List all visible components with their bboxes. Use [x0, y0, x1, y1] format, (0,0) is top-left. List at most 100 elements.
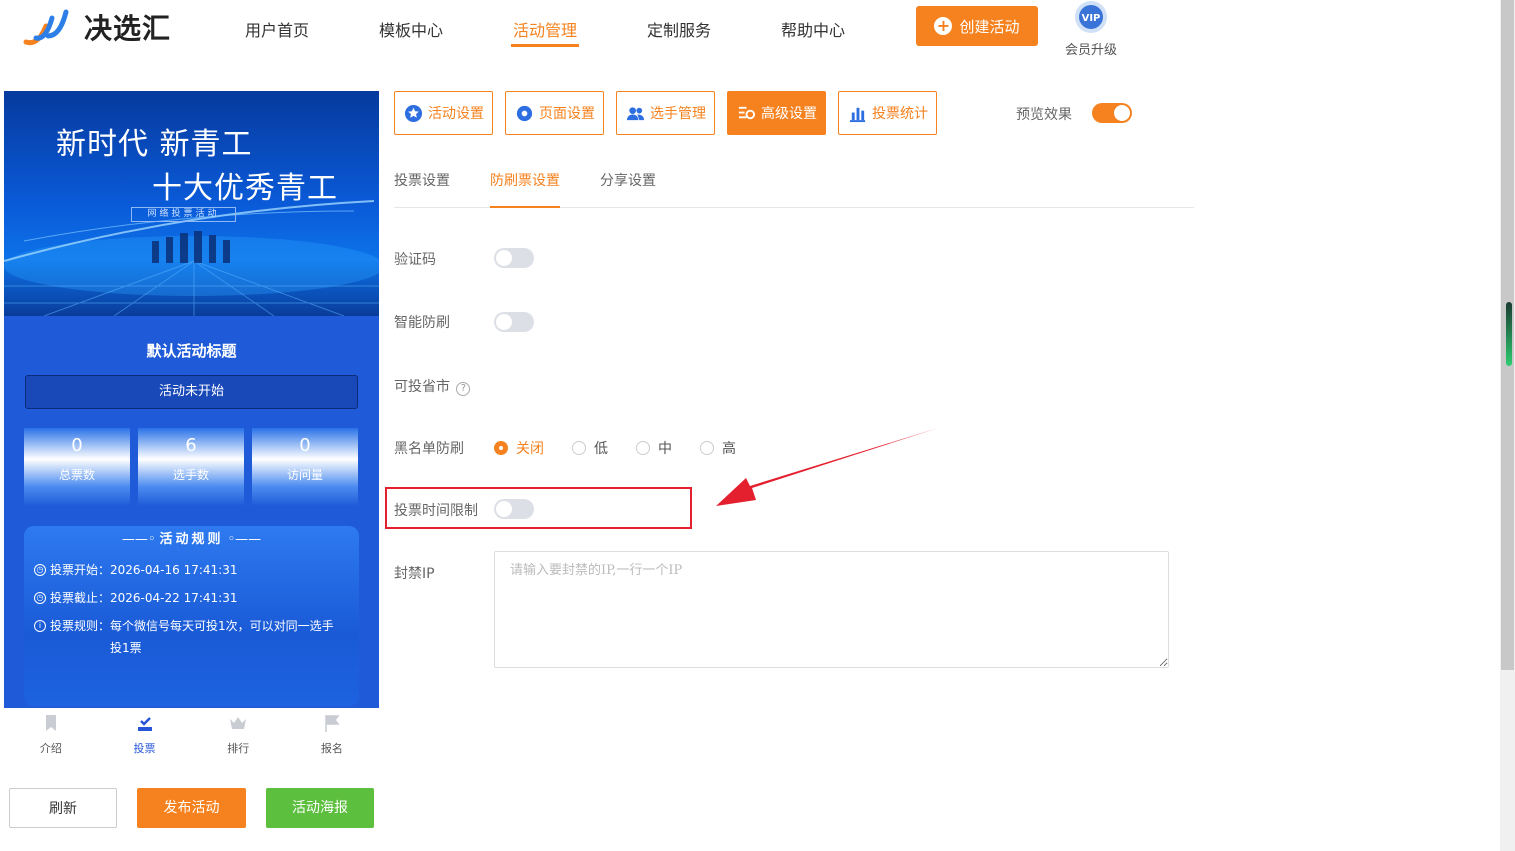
gear-icon: [516, 105, 533, 121]
radio-label: 低: [594, 441, 608, 457]
vote-icon: [137, 717, 152, 731]
publish-activity-button[interactable]: 发布活动: [137, 788, 246, 828]
stat-value: 0: [299, 435, 311, 456]
radio-label: 关闭: [516, 441, 544, 457]
settings-toolbar: 活动设置 页面设置 选手管理 高级设置 投票统计: [394, 91, 937, 135]
tool-label: 页面设置: [539, 106, 595, 122]
vote-statistics-button[interactable]: 投票统计: [838, 91, 937, 135]
main-nav: 用户首页 模板中心 活动管理 定制服务 帮助中心: [210, 0, 880, 52]
tab-ranking[interactable]: 排行: [191, 708, 285, 758]
radio-label: 中: [658, 441, 672, 457]
rule-voting: i 投票规则： 每个微信号每天可投1次，可以对同一选手投1票: [34, 615, 359, 659]
page: 决选汇 用户首页 模板中心 活动管理 定制服务 帮助中心 + 创建活动 VIP …: [0, 0, 1515, 851]
tab-anti-fraud-settings[interactable]: 防刷票设置: [490, 170, 560, 208]
logo[interactable]: 决选汇: [22, 6, 171, 48]
allowed-region-label: 可投省市: [394, 379, 450, 395]
activity-title: 默认活动标题: [146, 342, 237, 360]
rule-value: 每个微信号每天可投1次，可以对同一选手投1票: [110, 619, 334, 655]
rule-key: 投票规则：: [50, 619, 111, 633]
radio-icon: [636, 441, 650, 455]
rules-title: 活动规则: [24, 528, 359, 547]
tab-vote-settings[interactable]: 投票设置: [394, 170, 450, 208]
vip-upgrade[interactable]: VIP 会员升级: [1060, 0, 1122, 58]
scroll-indicator: [1506, 302, 1512, 366]
smart-anti-fraud-label: 智能防刷: [394, 315, 450, 331]
tool-label: 选手管理: [650, 106, 706, 122]
vip-badge-icon: VIP: [1075, 1, 1107, 33]
banner-title-line1: 新时代 新青工: [56, 127, 253, 162]
users-icon: [626, 106, 645, 120]
stat-value: 0: [71, 435, 83, 456]
tab-label: 报名: [320, 742, 343, 755]
tab-label: 投票: [133, 742, 156, 755]
stat-value: 6: [185, 435, 197, 456]
clock-icon: ◷: [34, 592, 46, 604]
contestant-management-button[interactable]: 选手管理: [616, 91, 715, 135]
bookmark-icon: [45, 715, 56, 731]
preview-effect-toggle[interactable]: [1092, 103, 1132, 123]
nav-item-activity-management[interactable]: 活动管理: [478, 0, 612, 52]
captcha-toggle[interactable]: [494, 248, 534, 268]
star-circle-icon: [404, 104, 423, 122]
stat-label: 访问量: [286, 468, 323, 482]
blacklist-label: 黑名单防刷: [394, 441, 464, 457]
stat-contestants: 6 选手数: [138, 428, 244, 506]
vip-badge-text: VIP: [1082, 13, 1101, 24]
tool-label: 活动设置: [428, 106, 484, 122]
rule-value: 2026-04-16 17:41:31: [110, 563, 238, 577]
rule-start: ◷ 投票开始： 2026-04-16 17:41:31: [34, 559, 359, 581]
preview-banner: 新时代 新青工 十大优秀青工 网络投票活动: [4, 91, 379, 316]
blacklist-option-medium[interactable]: 中: [636, 438, 672, 458]
captcha-label: 验证码: [394, 252, 436, 268]
bar-chart-icon: [849, 107, 866, 122]
info-icon: i: [34, 620, 46, 632]
radio-icon: [494, 441, 508, 455]
blacklist-option-off[interactable]: 关闭: [494, 438, 544, 458]
flag-icon: [325, 715, 340, 732]
settings-list-icon: [738, 106, 756, 119]
crown-icon: [230, 717, 247, 729]
rule-value: 2026-04-22 17:41:31: [110, 591, 238, 605]
advanced-settings-button[interactable]: 高级设置: [727, 91, 826, 135]
refresh-button[interactable]: 刷新: [9, 788, 117, 828]
annotation-arrow-icon: [716, 428, 938, 506]
nav-item-help[interactable]: 帮助中心: [746, 0, 880, 52]
rule-end: ◷ 投票截止： 2026-04-22 17:41:31: [34, 587, 359, 609]
block-ip-textarea[interactable]: [494, 551, 1169, 668]
stat-label: 总票数: [58, 468, 95, 482]
blacklist-option-low[interactable]: 低: [572, 438, 608, 458]
tab-vote[interactable]: 投票: [98, 708, 192, 758]
preview-effect-label: 预览效果: [1016, 107, 1072, 123]
tab-label: 介绍: [39, 742, 62, 755]
vote-time-limit-toggle[interactable]: [494, 499, 534, 519]
activity-poster-button[interactable]: 活动海报: [266, 788, 374, 828]
clock-icon: ◷: [34, 564, 46, 576]
logo-mark-icon: [23, 9, 69, 46]
plus-icon: +: [934, 17, 953, 35]
activity-status: 活动未开始: [25, 375, 358, 409]
banner-tag: 网络投票活动: [131, 207, 236, 222]
tab-label: 排行: [227, 742, 250, 755]
stat-label: 选手数: [172, 468, 209, 482]
tab-signup[interactable]: 报名: [285, 708, 379, 758]
radio-icon: [572, 441, 586, 455]
allowed-region-row: 可投省市 ?: [394, 376, 471, 396]
smart-anti-fraud-toggle[interactable]: [494, 312, 534, 332]
mobile-preview: 新时代 新青工 十大优秀青工 网络投票活动 默认活动标题 活动未开始 0 总票数…: [4, 91, 379, 708]
preview-tabbar: 介绍 投票 排行 报名: [4, 708, 379, 758]
nav-item-home[interactable]: 用户首页: [210, 0, 344, 52]
create-activity-button[interactable]: + 创建活动: [916, 6, 1038, 46]
tab-share-settings[interactable]: 分享设置: [600, 170, 656, 208]
help-icon[interactable]: ?: [456, 382, 471, 396]
logo-text: 决选汇: [84, 12, 172, 45]
create-activity-label: 创建活动: [959, 17, 1020, 36]
tool-label: 投票统计: [872, 106, 928, 122]
nav-item-custom-service[interactable]: 定制服务: [612, 0, 746, 52]
block-ip-label: 封禁IP: [394, 566, 435, 582]
tab-intro[interactable]: 介绍: [4, 708, 98, 758]
nav-item-templates[interactable]: 模板中心: [344, 0, 478, 52]
stats-row: 0 总票数 6 选手数 0 访问量: [24, 428, 359, 506]
page-settings-button[interactable]: 页面设置: [505, 91, 604, 135]
activity-settings-button[interactable]: 活动设置: [394, 91, 493, 135]
stat-total-votes: 0 总票数: [24, 428, 130, 506]
